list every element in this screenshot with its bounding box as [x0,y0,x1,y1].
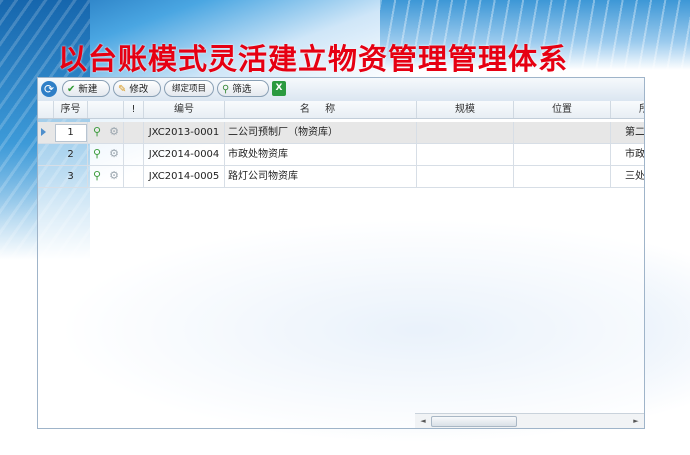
row-location [514,122,611,143]
edit-button[interactable]: ✎ 修改 [113,80,161,97]
view-detail-icon[interactable]: ⚲ [90,147,104,161]
row-name: 市政处物资库 [225,144,417,165]
row-seq: 1 [54,124,87,142]
row-flag [124,166,144,187]
view-detail-icon[interactable]: ⚲ [90,169,104,183]
row-code: JXC2014-0004 [144,144,225,165]
data-grid: 序号 ! 编号 名 称 规模 位置 所 1 ⚲ ⚙ JXC2013-0001 二… [38,101,644,413]
filter-button-label: 筛选 [232,84,252,95]
row-owner: 三处 [611,166,644,187]
refresh-icon[interactable]: ⟳ [41,81,57,97]
settings-gear-icon[interactable]: ⚙ [107,147,121,161]
horizontal-scrollbar[interactable]: ◄ ► [415,413,644,428]
settings-gear-icon[interactable]: ⚙ [107,125,121,139]
row-scale [417,122,514,143]
row-owner: 市政设 [611,144,644,165]
settings-gear-icon[interactable]: ⚙ [107,169,121,183]
grid-header: 序号 ! 编号 名 称 规模 位置 所 [38,101,644,119]
row-scale [417,166,514,187]
bind-project-button-label: 绑定项目 [171,84,206,94]
edit-button-label: 修改 [129,84,149,95]
new-button[interactable]: ✔ 新建 [62,80,110,97]
row-actions: ⚲ ⚙ [88,166,124,187]
table-row[interactable]: 1 ⚲ ⚙ JXC2013-0001 二公司预制厂（物资库） 第二 [38,122,644,144]
inventory-window: ⟳ ✔新建 ✎修改 绑定项目 ⚲筛选 X 序号 ! 编号 名 称 规模 位置 所 [37,77,645,429]
row-flag [124,144,144,165]
bind-project-button[interactable]: 绑定项目 [164,80,214,97]
row-code: JXC2014-0005 [144,166,225,187]
header-code[interactable]: 编号 [144,101,225,118]
row-code: JXC2013-0001 [144,122,225,143]
magnifier-icon: ⚲ [222,84,230,95]
current-row-marker-icon [41,128,46,136]
header-flag[interactable]: ! [124,101,144,118]
header-scale[interactable]: 规模 [417,101,514,118]
row-name: 二公司预制厂（物资库） [225,122,417,143]
new-button-label: 新建 [78,84,98,95]
header-name[interactable]: 名 称 [225,101,417,118]
row-actions: ⚲ ⚙ [88,122,124,143]
row-owner: 第二 [611,122,644,143]
row-flag [124,122,144,143]
checkmark-icon: ✔ [67,84,76,95]
scrollbar-thumb[interactable] [431,416,517,427]
view-detail-icon[interactable]: ⚲ [90,125,104,139]
header-seq[interactable]: 序号 [54,101,88,118]
row-seq: 3 [54,166,88,187]
table-row[interactable]: 3 ⚲ ⚙ JXC2014-0005 路灯公司物资库 三处 [38,166,644,188]
row-name: 路灯公司物资库 [225,166,417,187]
scroll-right-arrow-icon[interactable]: ► [630,414,642,428]
row-seq: 2 [54,144,88,165]
row-scale [417,144,514,165]
header-actions [88,101,124,118]
pencil-icon: ✎ [118,84,127,95]
filter-button[interactable]: ⚲ 筛选 [217,80,269,97]
excel-export-icon[interactable]: X [272,81,286,96]
row-seq-cell: 1 [54,122,88,143]
toolbar: ⟳ ✔ 新建 ✎ 修改 绑定项目 ⚲ 筛选 X [38,78,644,102]
row-location [514,166,611,187]
page-headline: 以台账模式灵活建立物资管理管理体系 [58,42,569,76]
header-marker-col [38,101,54,118]
scroll-left-arrow-icon[interactable]: ◄ [417,414,429,428]
table-row[interactable]: 2 ⚲ ⚙ JXC2014-0004 市政处物资库 市政设 [38,144,644,166]
header-location[interactable]: 位置 [514,101,611,118]
row-actions: ⚲ ⚙ [88,144,124,165]
header-owner[interactable]: 所 [611,101,644,118]
row-location [514,144,611,165]
